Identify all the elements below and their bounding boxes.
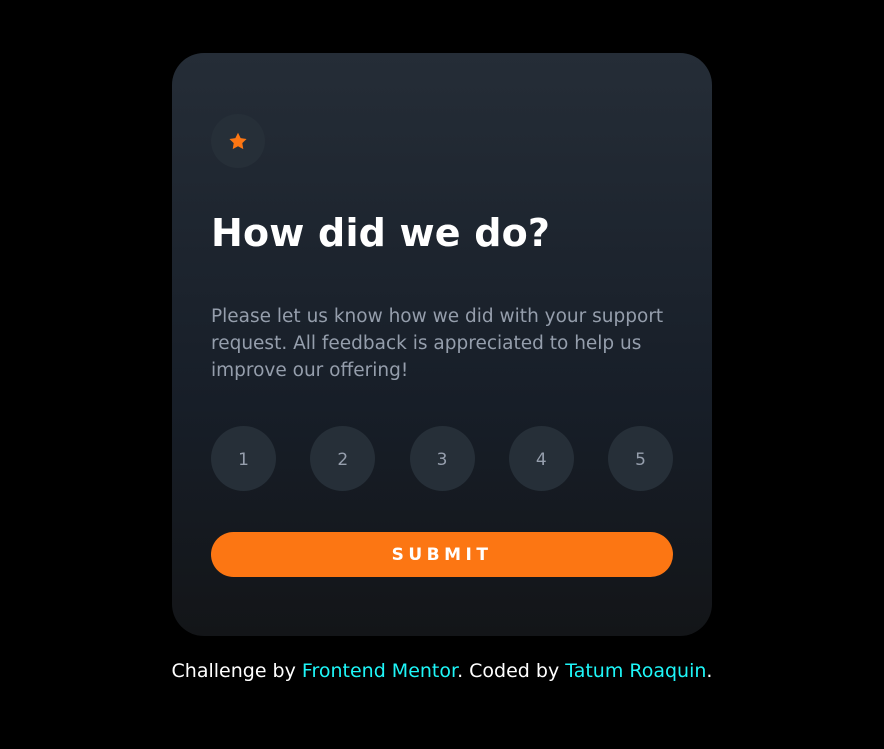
star-icon: [229, 132, 247, 150]
attribution-prefix: Challenge by: [171, 660, 302, 682]
rating-button-4[interactable]: 4: [508, 426, 574, 491]
rating-button-3[interactable]: 3: [409, 426, 475, 491]
attribution: Challenge by Frontend Mentor. Coded by T…: [0, 657, 884, 685]
attribution-suffix: .: [706, 660, 713, 682]
frontend-mentor-link[interactable]: Frontend Mentor: [302, 660, 457, 682]
rating-options: 1 2 3 4 5: [211, 426, 673, 491]
author-link[interactable]: Tatum Roaquin: [565, 660, 706, 682]
rating-button-5[interactable]: 5: [608, 426, 673, 491]
card-description: Please let us know how we did with your …: [211, 306, 664, 381]
rating-button-2[interactable]: 2: [310, 426, 376, 491]
star-badge: [211, 114, 265, 168]
rating-button-1[interactable]: 1: [211, 426, 276, 491]
card-title: How did we do?: [211, 211, 551, 255]
attribution-middle: . Coded by: [457, 660, 566, 682]
rating-card: How did we do? Please let us know how we…: [172, 53, 712, 636]
submit-button[interactable]: SUBMIT: [211, 532, 673, 577]
